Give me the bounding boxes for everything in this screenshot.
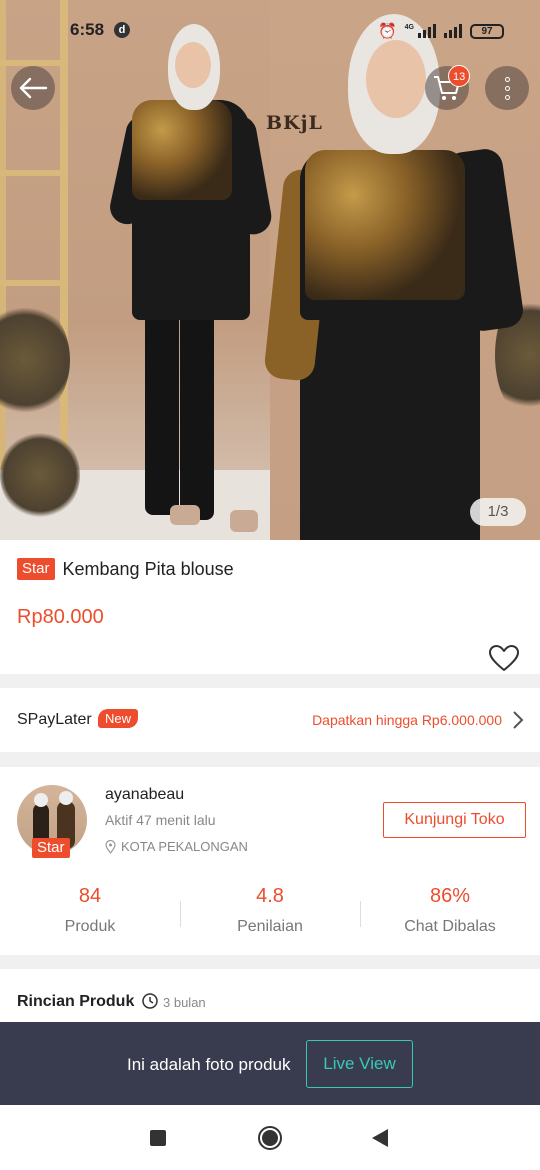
shop-card: Star ayanabeau Aktif 47 menit lalu KOTA … <box>0 767 540 955</box>
new-badge: New <box>98 709 139 728</box>
shop-active-status: Aktif 47 menit lalu <box>105 812 216 828</box>
product-page: BKjL 6:58 d ⏰ 4G 97 13 1/3 Star Kembang … <box>0 0 540 1170</box>
decor-ladder <box>60 0 68 470</box>
chevron-right-icon <box>513 711 524 729</box>
back-triangle-icon[interactable] <box>372 1129 388 1147</box>
decor-ladder-rung <box>0 170 66 176</box>
shop-star-badge: Star <box>32 838 70 858</box>
stat-value: 4.8 <box>256 885 284 907</box>
star-badge: Star <box>17 558 55 580</box>
details-age: 3 bulan <box>163 995 206 1010</box>
network-type: 4G <box>404 23 414 31</box>
stat-value: 86% <box>429 885 471 907</box>
decor-plant <box>0 430 80 520</box>
status-bar: 6:58 d ⏰ 4G 97 <box>0 18 540 46</box>
home-icon[interactable] <box>258 1126 282 1150</box>
arrow-left-icon <box>19 77 48 99</box>
status-time: 6:58 <box>70 20 105 39</box>
spaylater-label: SPayLater <box>17 711 92 728</box>
stat-value: 84 <box>78 885 102 907</box>
stat-label: Chat Dibalas <box>404 918 496 935</box>
stat-label: Penilaian <box>237 918 303 935</box>
visit-shop-button[interactable]: Kunjungi Toko <box>383 802 526 838</box>
system-nav-bar <box>0 1105 540 1170</box>
notification-icon: d <box>114 22 130 38</box>
live-view-button[interactable]: Live View <box>306 1040 413 1088</box>
product-details-section: Rincian Produk 3 bulan <box>0 969 540 1029</box>
stat-label: Produk <box>64 918 116 935</box>
signal-icon <box>444 24 462 38</box>
details-title: Rincian Produk <box>17 993 135 1010</box>
battery-icon: 97 <box>470 23 504 39</box>
decor-ladder-rung <box>0 280 66 286</box>
product-title: Kembang Pita blouse <box>62 558 234 579</box>
stat-rating: 4.8 Penilaian <box>180 885 360 936</box>
back-button[interactable] <box>11 66 55 110</box>
signal-icon <box>418 24 436 38</box>
image-counter: 1/3 <box>470 498 526 526</box>
more-vertical-icon <box>504 76 510 100</box>
recents-icon[interactable] <box>150 1130 166 1146</box>
spaylater-row[interactable]: SPayLater New Dapatkan hingga Rp6.000.00… <box>0 688 540 752</box>
spaylater-promo: Dapatkan hingga Rp6.000.000 <box>312 712 502 728</box>
live-view-banner: Ini adalah foto produk Live View <box>0 1022 540 1105</box>
product-info: Star Kembang Pita blouse Rp80.000 <box>0 540 540 674</box>
stat-products: 84 Produk <box>0 885 180 936</box>
clock-icon <box>142 993 158 1009</box>
product-price: Rp80.000 <box>17 606 104 628</box>
shop-stats: 84 Produk 4.8 Penilaian 86% Chat Dibalas <box>0 885 540 945</box>
brand-watermark: BKjL <box>266 112 323 134</box>
heart-icon[interactable] <box>488 644 520 672</box>
shop-location: KOTA PEKALONGAN <box>105 839 248 854</box>
alarm-icon: ⏰ <box>377 23 397 40</box>
shop-name[interactable]: ayanabeau <box>105 786 184 804</box>
stat-chat-reply: 86% Chat Dibalas <box>360 885 540 936</box>
location-pin-icon <box>105 839 116 854</box>
shop-location-text: KOTA PEKALONGAN <box>121 839 248 854</box>
more-options-button[interactable] <box>485 66 529 110</box>
live-banner-text: Ini adalah foto produk <box>127 1055 291 1074</box>
